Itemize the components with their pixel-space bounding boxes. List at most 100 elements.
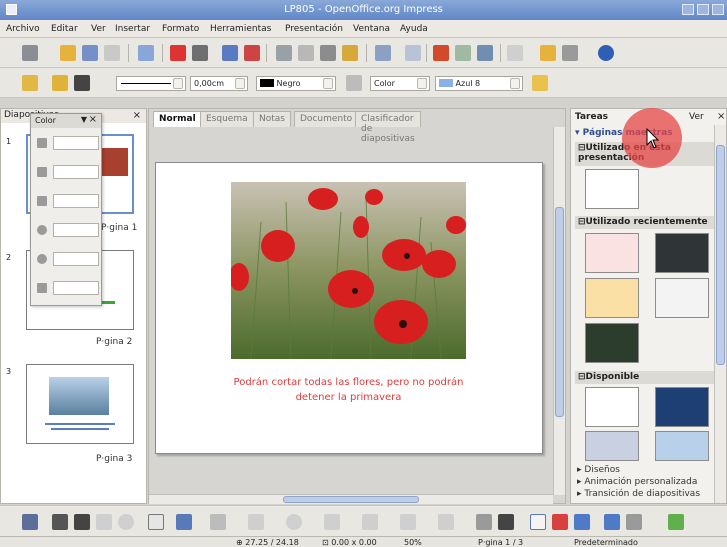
master-light-blue[interactable] <box>655 431 709 461</box>
gallery-icon[interactable] <box>574 514 590 530</box>
flowchart-icon[interactable] <box>362 514 378 530</box>
close-icon[interactable]: × <box>89 114 97 125</box>
styles-icon[interactable] <box>22 75 38 91</box>
edit-file-icon[interactable] <box>138 45 154 61</box>
brightness-field[interactable] <box>53 223 99 237</box>
line-tool-icon[interactable] <box>52 514 68 530</box>
menu-formato[interactable]: Formato <box>162 24 199 34</box>
horizontal-scrollbar[interactable] <box>149 494 553 504</box>
print-icon[interactable] <box>192 45 208 61</box>
glue-points-icon[interactable] <box>498 514 514 530</box>
line-style-dropdown[interactable] <box>173 78 183 89</box>
curve-icon[interactable] <box>176 514 192 530</box>
clone-format-icon[interactable] <box>342 45 358 61</box>
brightness[interactable] <box>35 223 99 237</box>
menu-archivo[interactable]: Archivo <box>6 24 40 34</box>
cut-icon[interactable] <box>276 45 292 61</box>
align-icon[interactable] <box>626 514 642 530</box>
arrow-style-icon[interactable] <box>74 75 90 91</box>
undo-icon[interactable] <box>375 45 391 61</box>
text-icon[interactable] <box>148 514 164 530</box>
zoom-readout[interactable]: 50% <box>404 538 422 547</box>
table-icon[interactable] <box>455 45 471 61</box>
slide-thumbnail-3[interactable] <box>26 364 134 444</box>
menu-insertar[interactable]: Insertar <box>115 24 150 34</box>
from-file-icon[interactable] <box>552 514 568 530</box>
link-layouts[interactable]: ▸ Diseños <box>577 465 620 475</box>
connector-icon[interactable] <box>210 514 226 530</box>
redo-icon[interactable] <box>405 45 421 61</box>
master-pink[interactable] <box>585 233 639 273</box>
block-arrows-icon[interactable] <box>324 514 340 530</box>
red-channel[interactable] <box>35 136 99 150</box>
green-field[interactable] <box>53 165 99 179</box>
view-menu[interactable]: Ver <box>689 112 704 122</box>
email-icon[interactable] <box>104 45 120 61</box>
save-icon[interactable] <box>82 45 98 61</box>
gamma-field[interactable] <box>53 281 99 295</box>
line-icon[interactable] <box>52 75 68 91</box>
tab-notas[interactable]: Notas <box>253 111 291 127</box>
menu-presentacion[interactable]: Presentación <box>285 24 343 34</box>
chart-icon[interactable] <box>433 45 449 61</box>
section-available[interactable]: ⊟Disponible <box>575 371 721 384</box>
minimize-button[interactable] <box>682 4 694 15</box>
copy-icon[interactable] <box>298 45 314 61</box>
points-icon[interactable] <box>476 514 492 530</box>
line-style-select[interactable] <box>116 76 186 91</box>
link-custom-animation[interactable]: ▸ Animación personalizada <box>577 477 697 487</box>
section-recently-used[interactable]: ⊟Utilizado recientemente <box>575 216 721 229</box>
ellipse-icon[interactable] <box>118 514 134 530</box>
callouts-icon[interactable] <box>400 514 416 530</box>
green-channel[interactable] <box>35 165 99 179</box>
menu-ventana[interactable]: Ventana <box>353 24 390 34</box>
basic-shapes-icon[interactable] <box>248 514 264 530</box>
scrollbar-thumb[interactable] <box>555 207 564 417</box>
area-icon[interactable] <box>346 75 362 91</box>
fill-color-dropdown[interactable] <box>510 78 520 89</box>
slide-canvas[interactable]: Podrán cortar todas las flores, pero no … <box>155 162 543 454</box>
poppies-photo[interactable] <box>231 182 466 359</box>
dropdown-icon[interactable]: ▼ <box>81 115 87 124</box>
open-folder-icon[interactable] <box>60 45 76 61</box>
link-slide-transition[interactable]: ▸ Transición de diapositivas <box>577 489 700 499</box>
menu-herramientas[interactable]: Herramientas <box>210 24 271 34</box>
line-width-field[interactable]: 0,00cm <box>190 76 248 91</box>
arrange-icon[interactable] <box>668 514 684 530</box>
fontwork-icon[interactable] <box>530 514 546 530</box>
master-grey-blue[interactable] <box>585 431 639 461</box>
menu-ver[interactable]: Ver <box>91 24 106 34</box>
fill-color-select[interactable]: Azul 8 <box>435 76 523 91</box>
close-button[interactable] <box>712 4 724 15</box>
fill-type-dropdown[interactable] <box>417 78 427 89</box>
tasks-scroll-thumb[interactable] <box>716 145 725 365</box>
master-default[interactable] <box>585 169 639 209</box>
line-color-dropdown[interactable] <box>323 78 333 89</box>
shadow-icon[interactable] <box>532 75 548 91</box>
extrusion-icon[interactable] <box>604 514 620 530</box>
autospellcheck-icon[interactable] <box>244 45 260 61</box>
close-panel-icon[interactable]: × <box>133 110 141 121</box>
show-draw-functions-icon[interactable] <box>477 45 493 61</box>
close-tasks-icon[interactable]: × <box>717 111 725 122</box>
line-width-spinner[interactable] <box>235 78 245 89</box>
arrow-line-icon[interactable] <box>74 514 90 530</box>
stars-icon[interactable] <box>438 514 454 530</box>
navigator-icon[interactable] <box>540 45 556 61</box>
tab-documento[interactable]: Documento <box>294 111 359 127</box>
master-navy[interactable] <box>655 387 709 427</box>
master-green[interactable] <box>585 323 639 363</box>
fill-type-select[interactable]: Color <box>370 76 430 91</box>
tasks-scrollbar[interactable] <box>714 125 726 503</box>
export-pdf-icon[interactable] <box>170 45 186 61</box>
red-field[interactable] <box>53 136 99 150</box>
menu-ayuda[interactable]: Ayuda <box>400 24 428 34</box>
line-color-select[interactable]: Negro <box>256 76 336 91</box>
master-plain[interactable] <box>585 387 639 427</box>
new-document-icon[interactable] <box>22 45 38 61</box>
slide-caption[interactable]: Podrán cortar todas las flores, pero no … <box>196 375 501 405</box>
help-icon[interactable] <box>598 45 614 61</box>
contrast[interactable] <box>35 252 99 266</box>
tab-clasificador[interactable]: Clasificador de diapositivas <box>355 111 421 144</box>
master-white-dark[interactable] <box>655 278 709 318</box>
